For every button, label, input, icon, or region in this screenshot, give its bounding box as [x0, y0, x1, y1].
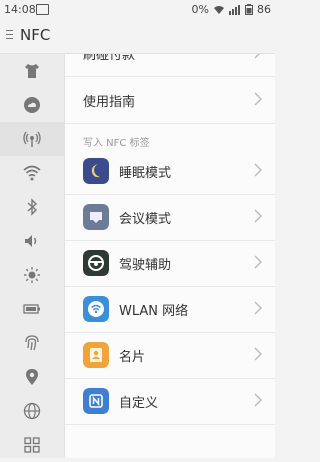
title-bar: NFC [0, 19, 275, 54]
clock: 14:08 [4, 3, 36, 16]
row-driving-assist[interactable]: 驾驶辅助 [65, 240, 275, 287]
sidebar-item-wifi[interactable] [0, 156, 64, 190]
cloud-icon [24, 97, 40, 113]
wifi-status-icon [214, 5, 224, 14]
signal-icon [229, 4, 240, 15]
sidebar-item-location[interactable] [0, 360, 64, 394]
chevron-right-icon [254, 393, 262, 407]
chevron-right-icon [254, 54, 260, 59]
sidebar-item-display[interactable] [0, 258, 64, 292]
sidebar-item-nfc[interactable] [0, 122, 64, 156]
battery-percent: 0% [191, 3, 209, 16]
battery-icon [245, 4, 253, 15]
globe-icon [23, 402, 41, 420]
row-custom[interactable]: 自定义 [65, 378, 275, 425]
section-header-write-nfc: 写入 NFC 标签 [83, 138, 150, 149]
volume-icon [25, 235, 37, 247]
chevron-right-icon [254, 301, 262, 315]
row-label: 会议模式 [119, 212, 172, 227]
chevron-right-icon [254, 255, 262, 269]
row-user-guide[interactable]: 使用指南 [65, 77, 275, 124]
chevron-right-icon [254, 163, 262, 177]
battery-icon [23, 304, 40, 314]
chevron-right-icon [254, 92, 262, 106]
menu-icon[interactable] [6, 30, 13, 42]
image-notification-icon [36, 4, 49, 15]
battery-number: 86 [257, 3, 271, 16]
row-wlan-network[interactable]: WLAN 网络 [65, 286, 275, 333]
shirt-icon [25, 64, 39, 78]
location-icon [26, 369, 38, 385]
row-label: 驾驶辅助 [119, 258, 172, 273]
status-right: 0% 86 [192, 3, 271, 16]
sidebar-item-fingerprint[interactable] [0, 326, 64, 360]
row-label: 自定义 [119, 396, 159, 411]
fingerprint-icon [25, 335, 39, 351]
wifi-icon [23, 165, 41, 181]
sidebar-item-cloud[interactable] [0, 88, 64, 122]
row-tap-to-pay[interactable]: 刷碰付款 [65, 54, 275, 77]
sidebar-item-theme[interactable] [0, 54, 64, 88]
wifi-icon [83, 296, 109, 322]
apps-grid-icon [24, 437, 40, 453]
nfc-signal-icon [23, 131, 41, 147]
brightness-icon [24, 267, 40, 283]
nfc-icon [83, 388, 109, 414]
chevron-right-icon [254, 209, 262, 223]
contact-card-icon [83, 342, 109, 368]
row-label: WLAN 网络 [119, 304, 189, 319]
meeting-icon [83, 204, 109, 230]
status-bar: 14:08 0% 86 [0, 0, 275, 19]
row-label: 使用指南 [83, 95, 136, 110]
sidebar-item-bluetooth[interactable] [0, 190, 64, 224]
sidebar-item-battery[interactable] [0, 292, 64, 326]
sidebar-item-apps[interactable] [0, 428, 64, 462]
row-label: 名片 [119, 350, 146, 365]
row-label: 刷碰付款 [83, 54, 136, 63]
row-meeting-mode[interactable]: 会议模式 [65, 194, 275, 241]
nfc-settings-content: 刷碰付款 使用指南 写入 NFC 标签 睡眠模式 会议模式 驾驶辅助 WLAN … [65, 54, 275, 458]
settings-sidebar [0, 54, 65, 458]
moon-icon [83, 158, 109, 184]
chevron-right-icon [254, 347, 262, 361]
row-label: 睡眠模式 [119, 166, 172, 181]
page-title: NFC [20, 26, 51, 44]
row-sleep-mode[interactable]: 睡眠模式 [65, 148, 275, 195]
bluetooth-icon [27, 198, 38, 216]
sidebar-item-sound[interactable] [0, 224, 64, 258]
steering-wheel-icon [83, 250, 109, 276]
row-business-card[interactable]: 名片 [65, 332, 275, 379]
sidebar-item-language[interactable] [0, 394, 64, 428]
